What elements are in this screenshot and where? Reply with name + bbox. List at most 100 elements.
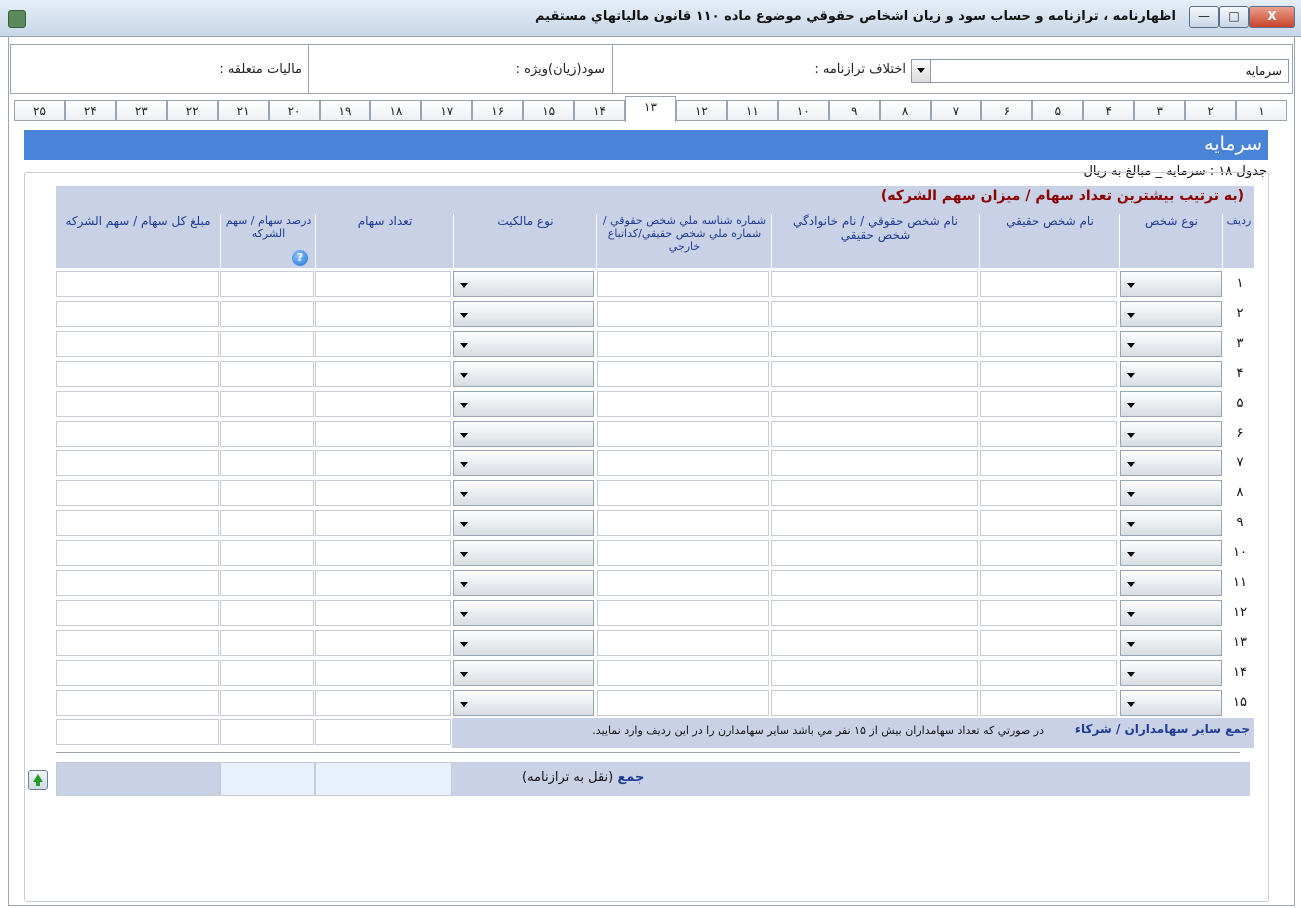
person-type-select[interactable] bbox=[1120, 629, 1222, 656]
maximize-button[interactable]: □ bbox=[1219, 6, 1249, 28]
share-count-input[interactable] bbox=[315, 390, 451, 417]
tab-19[interactable]: ١٩ bbox=[319, 100, 371, 121]
total-amount-input[interactable] bbox=[56, 300, 219, 327]
share-percent-input[interactable] bbox=[220, 480, 314, 507]
person-type-select[interactable] bbox=[1120, 480, 1222, 507]
tab-14[interactable]: ١۴ bbox=[574, 100, 626, 121]
share-percent-input[interactable] bbox=[220, 540, 314, 567]
share-count-input[interactable] bbox=[315, 420, 451, 447]
ownership-type-select[interactable] bbox=[453, 330, 594, 357]
tab-21[interactable]: ٢١ bbox=[217, 100, 269, 121]
tab-1[interactable]: ١ bbox=[1236, 100, 1287, 121]
tab-2[interactable]: ٢ bbox=[1185, 100, 1237, 121]
tab-7[interactable]: ٧ bbox=[930, 100, 982, 121]
national-id-input[interactable] bbox=[597, 300, 769, 327]
total-amount-input[interactable] bbox=[56, 390, 219, 417]
tab-9[interactable]: ٩ bbox=[828, 100, 880, 121]
total-amount-input[interactable] bbox=[56, 271, 219, 297]
real-name-input[interactable] bbox=[980, 510, 1117, 537]
share-count-input[interactable] bbox=[315, 659, 451, 686]
share-count-input[interactable] bbox=[315, 599, 451, 626]
share-percent-input[interactable] bbox=[220, 689, 314, 716]
national-id-input[interactable] bbox=[597, 271, 769, 297]
share-count-input[interactable] bbox=[315, 300, 451, 327]
total-amount-input[interactable] bbox=[56, 540, 219, 567]
real-name-input[interactable] bbox=[980, 271, 1117, 297]
tab-23[interactable]: ٢٣ bbox=[115, 100, 167, 121]
share-percent-input[interactable] bbox=[220, 360, 314, 387]
ownership-type-select[interactable] bbox=[453, 480, 594, 507]
person-type-select[interactable] bbox=[1120, 659, 1222, 686]
person-type-select[interactable] bbox=[1120, 540, 1222, 567]
tab-25[interactable]: ٢۵ bbox=[14, 100, 65, 121]
total-amount-input[interactable] bbox=[56, 510, 219, 537]
total-amount-input[interactable] bbox=[56, 629, 219, 656]
person-type-select[interactable] bbox=[1120, 450, 1222, 477]
national-id-input[interactable] bbox=[597, 360, 769, 387]
legal-name-input[interactable] bbox=[771, 360, 978, 387]
legal-name-input[interactable] bbox=[771, 420, 978, 447]
real-name-input[interactable] bbox=[980, 390, 1117, 417]
tab-3[interactable]: ٣ bbox=[1134, 100, 1186, 121]
national-id-input[interactable] bbox=[597, 659, 769, 686]
real-name-input[interactable] bbox=[980, 360, 1117, 387]
tab-20[interactable]: ٢٠ bbox=[268, 100, 320, 121]
share-count-input[interactable] bbox=[315, 689, 451, 716]
national-id-input[interactable] bbox=[597, 629, 769, 656]
ownership-type-select[interactable] bbox=[453, 689, 594, 716]
ownership-type-select[interactable] bbox=[453, 450, 594, 477]
share-percent-input[interactable] bbox=[220, 420, 314, 447]
share-percent-input[interactable] bbox=[220, 450, 314, 477]
real-name-input[interactable] bbox=[980, 420, 1117, 447]
minimize-button[interactable]: — bbox=[1189, 6, 1219, 28]
total-amount-input[interactable] bbox=[56, 599, 219, 626]
real-name-input[interactable] bbox=[980, 689, 1117, 716]
share-count-input[interactable] bbox=[315, 510, 451, 537]
legal-name-input[interactable] bbox=[771, 510, 978, 537]
share-percent-input[interactable] bbox=[220, 570, 314, 596]
national-id-input[interactable] bbox=[597, 330, 769, 357]
section-select[interactable]: سرمايه bbox=[911, 59, 1289, 83]
share-count-input[interactable] bbox=[315, 360, 451, 387]
total-amount-input[interactable] bbox=[56, 570, 219, 596]
real-name-input[interactable] bbox=[980, 599, 1117, 626]
share-count-input[interactable] bbox=[315, 450, 451, 477]
person-type-select[interactable] bbox=[1120, 330, 1222, 357]
real-name-input[interactable] bbox=[980, 570, 1117, 596]
tab-15[interactable]: ١۵ bbox=[523, 100, 575, 121]
ownership-type-select[interactable] bbox=[453, 510, 594, 537]
tab-24[interactable]: ٢۴ bbox=[64, 100, 116, 121]
person-type-select[interactable] bbox=[1120, 510, 1222, 537]
legal-name-input[interactable] bbox=[771, 659, 978, 686]
real-name-input[interactable] bbox=[980, 330, 1117, 357]
national-id-input[interactable] bbox=[597, 510, 769, 537]
person-type-select[interactable] bbox=[1120, 689, 1222, 716]
tab-17[interactable]: ١٧ bbox=[421, 100, 473, 121]
legal-name-input[interactable] bbox=[771, 599, 978, 626]
ownership-type-select[interactable] bbox=[453, 659, 594, 686]
ownership-type-select[interactable] bbox=[453, 540, 594, 567]
national-id-input[interactable] bbox=[597, 390, 769, 417]
share-percent-input[interactable] bbox=[220, 629, 314, 656]
real-name-input[interactable] bbox=[980, 450, 1117, 477]
legal-name-input[interactable] bbox=[771, 330, 978, 357]
ownership-type-select[interactable] bbox=[453, 629, 594, 656]
total-amount-input[interactable] bbox=[56, 480, 219, 507]
total-amount-input[interactable] bbox=[56, 330, 219, 357]
legal-name-input[interactable] bbox=[771, 689, 978, 716]
legal-name-input[interactable] bbox=[771, 480, 978, 507]
real-name-input[interactable] bbox=[980, 480, 1117, 507]
tab-4[interactable]: ۴ bbox=[1083, 100, 1135, 121]
help-icon[interactable]: ? bbox=[292, 250, 308, 266]
chevron-down-icon[interactable] bbox=[912, 60, 931, 82]
legal-name-input[interactable] bbox=[771, 390, 978, 417]
person-type-select[interactable] bbox=[1120, 360, 1222, 387]
share-percent-input[interactable] bbox=[220, 510, 314, 537]
person-type-select[interactable] bbox=[1120, 300, 1222, 327]
person-type-select[interactable] bbox=[1120, 271, 1222, 297]
share-count-input[interactable] bbox=[315, 629, 451, 656]
real-name-input[interactable] bbox=[980, 540, 1117, 567]
real-name-input[interactable] bbox=[980, 659, 1117, 686]
tab-16[interactable]: ١۶ bbox=[472, 100, 524, 121]
person-type-select[interactable] bbox=[1120, 570, 1222, 596]
